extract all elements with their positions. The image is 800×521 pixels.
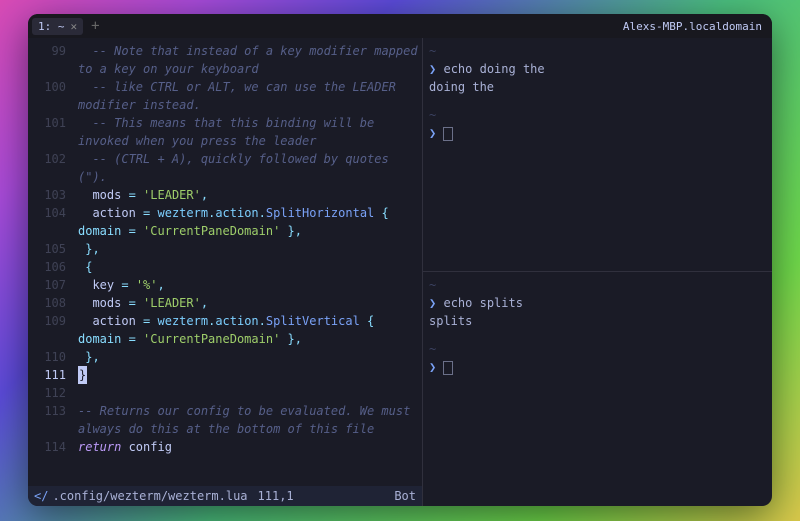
code-line: 111} — [28, 366, 422, 384]
status-pos: 111,1 — [258, 489, 294, 503]
shell-command: echo doing the — [443, 62, 544, 76]
code-line: 110 }, — [28, 348, 422, 366]
shell-output: doing the — [429, 78, 766, 96]
code-line: 100 -- like CTRL or ALT, we can use the … — [28, 78, 422, 114]
tilde-icon: ~ — [429, 108, 436, 122]
tab-label: 1: ~ — [38, 20, 65, 33]
editor-body: 99 -- Note that instead of a key modifie… — [28, 38, 422, 486]
prompt-icon: ❯ — [429, 126, 436, 140]
code-line: 109 action = wezterm.action.SplitVertica… — [28, 312, 422, 348]
shell-cursor[interactable] — [443, 361, 453, 375]
editor-pane[interactable]: 99 -- Note that instead of a key modifie… — [28, 38, 423, 506]
code-line: 105 }, — [28, 240, 422, 258]
prompt-icon: ❯ — [429, 360, 436, 374]
terminal-window: 1: ~ ✕ + Alexs-MBP.localdomain 99 -- Not… — [28, 14, 772, 506]
tab-1[interactable]: 1: ~ ✕ — [32, 18, 83, 35]
shell-output: splits — [429, 312, 766, 330]
right-column: ~ ❯ echo doing the doing the ~ ❯ ~ ❯ ech… — [423, 38, 772, 506]
prompt-icon: ❯ — [429, 62, 436, 76]
code-line: 107 key = '%', — [28, 276, 422, 294]
shell-cursor[interactable] — [443, 127, 453, 141]
code-line: 102 -- (CTRL + A), quickly followed by q… — [28, 150, 422, 186]
status-scroll: Bot — [394, 489, 416, 503]
status-path: .config/wezterm/wezterm.lua — [52, 489, 247, 503]
panes-container: 99 -- Note that instead of a key modifie… — [28, 38, 772, 506]
code-line: 106 { — [28, 258, 422, 276]
tilde-icon: ~ — [429, 342, 436, 356]
window-hostname: Alexs-MBP.localdomain — [623, 20, 762, 33]
code-line: 114return config — [28, 438, 422, 456]
close-tab-icon[interactable]: ✕ — [71, 20, 78, 33]
tab-bar: 1: ~ ✕ + Alexs-MBP.localdomain — [28, 14, 772, 38]
shell-pane-2[interactable]: ~ ❯ echo splits splits ~ ❯ — [423, 272, 772, 506]
code-line: 99 -- Note that instead of a key modifie… — [28, 42, 422, 78]
code-line: 108 mods = 'LEADER', — [28, 294, 422, 312]
code-line: 103 mods = 'LEADER', — [28, 186, 422, 204]
editor-statusline: </ .config/wezterm/wezterm.lua 111,1 Bot — [28, 486, 422, 506]
code-line: 113-- Returns our config to be evaluated… — [28, 402, 422, 438]
shell-pane-1[interactable]: ~ ❯ echo doing the doing the ~ ❯ — [423, 38, 772, 272]
prompt-icon: ❯ — [429, 296, 436, 310]
mode-icon: </ — [34, 489, 48, 503]
new-tab-button[interactable]: + — [91, 18, 99, 34]
editor-cursor: } — [78, 366, 87, 384]
code-line: 104 action = wezterm.action.SplitHorizon… — [28, 204, 422, 240]
code-line: 112 — [28, 384, 422, 402]
tilde-icon: ~ — [429, 44, 436, 58]
shell-command: echo splits — [443, 296, 522, 310]
tilde-icon: ~ — [429, 278, 436, 292]
code-line: 101 -- This means that this binding will… — [28, 114, 422, 150]
